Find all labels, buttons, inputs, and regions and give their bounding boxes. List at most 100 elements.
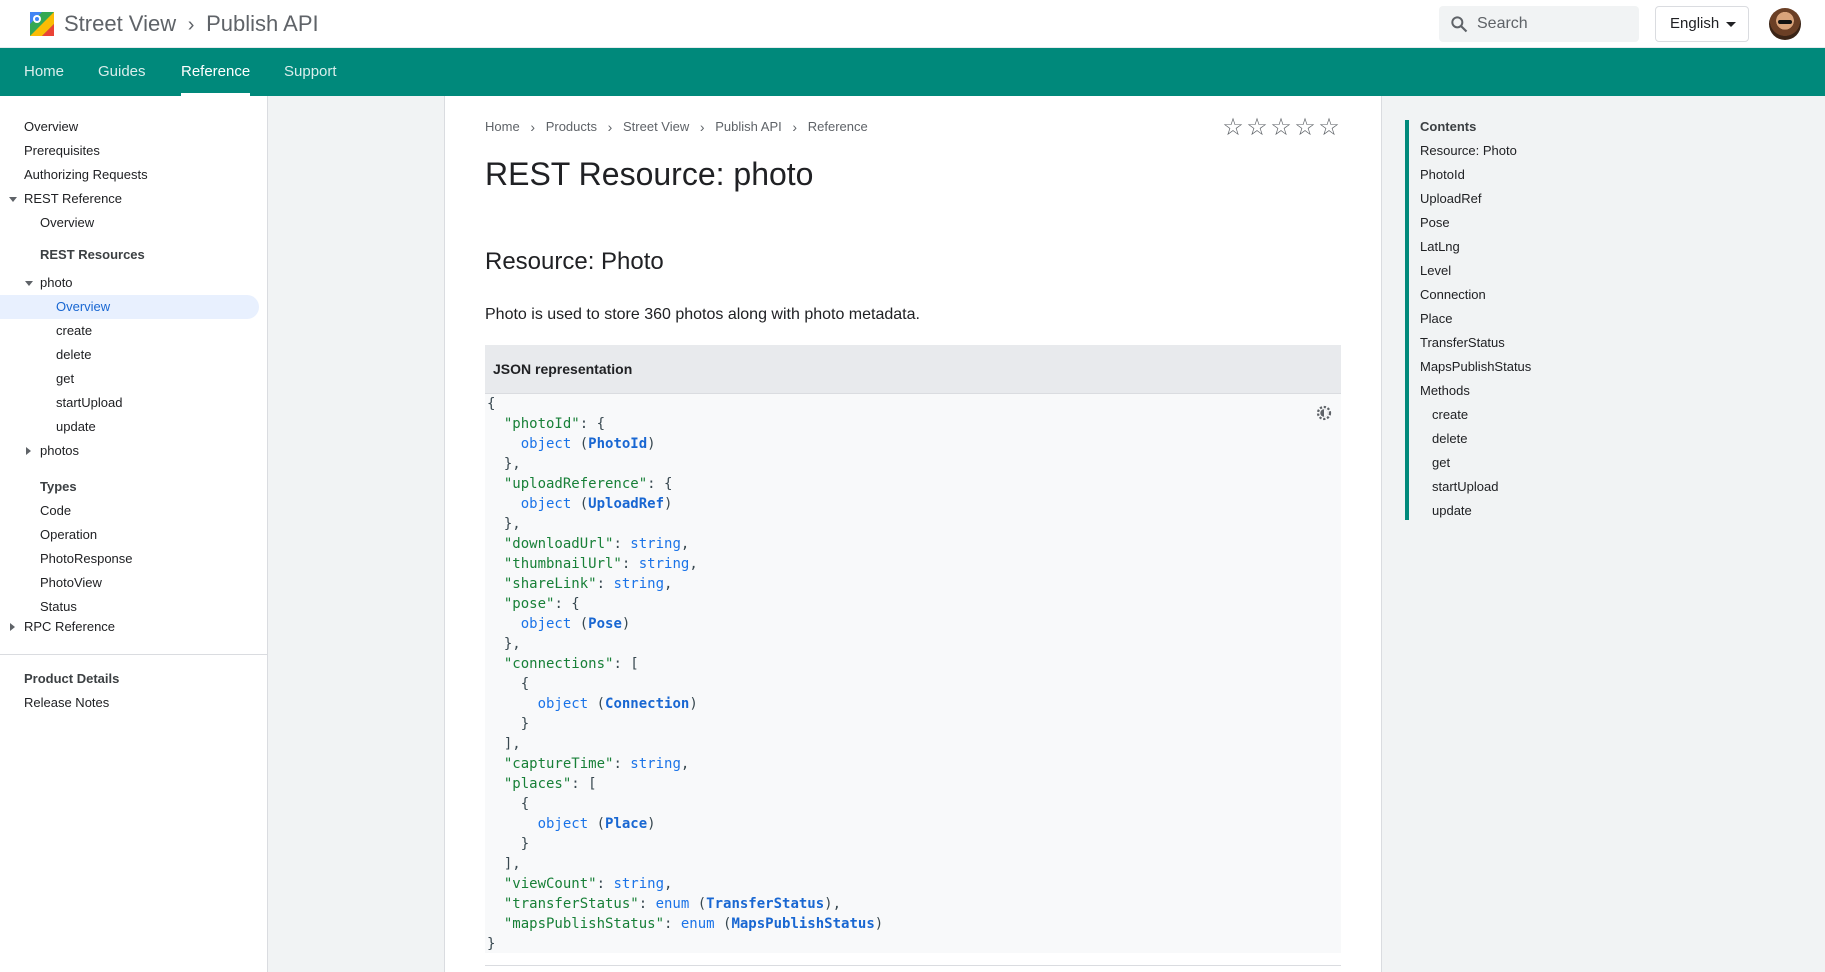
link-connection[interactable]: Connection (605, 696, 689, 712)
code-line: { (487, 676, 530, 692)
breadcrumb-street-view[interactable]: Street View (623, 119, 689, 134)
code-line: "downloadUrl": string, (503, 536, 690, 552)
sidebar-item-release-notes[interactable]: Release Notes (24, 691, 109, 715)
toc-item-connection[interactable]: Connection (1420, 283, 1486, 307)
tab-reference[interactable]: Reference (181, 48, 251, 96)
link-place[interactable]: Place (605, 816, 647, 832)
star-outline-icon[interactable]: ☆ (1221, 116, 1245, 140)
triangle-right-icon[interactable] (26, 447, 31, 455)
code-line: object (PhotoId) (520, 436, 656, 452)
code-line: } (487, 836, 530, 852)
sidebar-item-get[interactable]: get (56, 367, 74, 391)
toc-item-transferstatus[interactable]: TransferStatus (1420, 331, 1505, 355)
breadcrumb: Home › Products › Street View › Publish API › Re… (485, 118, 868, 138)
star-outline-icon[interactable]: ☆ (1293, 116, 1317, 140)
maps-logo-icon[interactable] (28, 10, 56, 38)
sidebar-item-delete[interactable]: delete (56, 343, 91, 367)
tab-support[interactable]: Support (284, 48, 337, 96)
product-name-link[interactable]: Street View (64, 11, 176, 36)
toc-item-delete[interactable]: delete (1432, 427, 1467, 451)
sidebar-item-photos[interactable]: photos (40, 439, 79, 463)
toc-item-resource-photo[interactable]: Resource: Photo (1420, 139, 1517, 163)
language-select[interactable]: English (1655, 6, 1749, 42)
search-icon[interactable] (1449, 14, 1469, 34)
top-header: Street View › Publish API English (0, 0, 1825, 48)
code-line: object (UploadRef) (520, 496, 673, 512)
code-line: "uploadReference": { (503, 476, 673, 492)
breadcrumb-products[interactable]: Products (546, 119, 597, 134)
code-line: object (Connection) (537, 696, 698, 712)
sidebar-item-code[interactable]: Code (40, 499, 71, 523)
toc-item-level[interactable]: Level (1420, 259, 1451, 283)
sidebar-item-photo[interactable]: photo (40, 271, 73, 295)
toc-item-latlng[interactable]: LatLng (1420, 235, 1460, 259)
triangle-down-icon[interactable] (9, 197, 17, 202)
breadcrumb-publish-api[interactable]: Publish API (715, 119, 782, 134)
code-line: "captureTime": string, (503, 756, 690, 772)
sidebar-item-startupload[interactable]: startUpload (56, 391, 122, 415)
primary-nav: Home Guides Reference Support (0, 48, 1825, 96)
code-line: "shareLink": string, (503, 576, 673, 592)
tab-guides[interactable]: Guides (98, 48, 146, 96)
toc-item-methods[interactable]: Methods (1420, 379, 1470, 403)
link-pose[interactable]: Pose (588, 616, 622, 632)
toc-item-mapspublishstatus[interactable]: MapsPublishStatus (1420, 355, 1531, 379)
link-uploadref[interactable]: UploadRef (588, 496, 664, 512)
sidebar-item-photoview[interactable]: PhotoView (40, 571, 102, 595)
toc-item-pose[interactable]: Pose (1420, 211, 1450, 235)
code-line: }, (487, 636, 521, 652)
toc-item-place[interactable]: Place (1420, 307, 1453, 331)
code-line: "viewCount": string, (503, 876, 673, 892)
toc-item-update[interactable]: update (1432, 499, 1472, 523)
sidebar-heading-rest-resources: REST Resources (40, 247, 145, 262)
code-line: "connections": [ (503, 656, 639, 672)
caret-down-icon (1726, 22, 1736, 27)
toc-item-startupload[interactable]: startUpload (1432, 475, 1498, 499)
code-line: "mapsPublishStatus": enum (MapsPublishSt… (503, 916, 884, 932)
sidebar-divider (0, 654, 268, 655)
json-representation: JSON representation { "photoId": { objec… (485, 345, 1341, 972)
theme-toggle-icon[interactable] (1315, 404, 1333, 422)
link-transferstatus[interactable]: TransferStatus (706, 896, 824, 912)
toc-item-uploadref[interactable]: UploadRef (1420, 187, 1481, 211)
sidebar-item-authorizing-requests[interactable]: Authorizing Requests (24, 163, 148, 187)
sidebar-item-rpc-reference[interactable]: RPC Reference (24, 615, 115, 639)
code-line: "transferStatus": enum (TransferStatus), (503, 896, 842, 912)
sidebar-item-operation[interactable]: Operation (40, 523, 97, 547)
sidebar-item-prerequisites[interactable]: Prerequisites (24, 139, 100, 163)
table-of-contents: Contents Resource: Photo PhotoId UploadR… (1382, 96, 1825, 972)
sidebar-item-photo-overview[interactable]: Overview (0, 295, 259, 319)
toc-item-get[interactable]: get (1432, 451, 1450, 475)
sidebar-item-photoresponse[interactable]: PhotoResponse (40, 547, 133, 571)
search-box[interactable] (1439, 6, 1639, 42)
code-line: "pose": { (503, 596, 580, 612)
sidebar-item-rest-reference[interactable]: REST Reference (24, 187, 122, 211)
section-title: Resource: Photo (485, 248, 664, 275)
triangle-right-icon[interactable] (10, 623, 15, 631)
star-outline-icon[interactable]: ☆ (1245, 116, 1269, 140)
code-line: "places": [ (503, 776, 597, 792)
code-line: object (Pose) (520, 616, 631, 632)
sidebar-heading-types: Types (40, 479, 77, 494)
star-outline-icon[interactable]: ☆ (1317, 116, 1341, 140)
avatar[interactable] (1769, 8, 1801, 40)
toc-item-create[interactable]: create (1432, 403, 1468, 427)
toc-item-photoid[interactable]: PhotoId (1420, 163, 1465, 187)
star-outline-icon[interactable]: ☆ (1269, 116, 1293, 140)
tab-home[interactable]: Home (24, 48, 64, 96)
code-line: } (487, 716, 530, 732)
triangle-down-icon[interactable] (25, 281, 33, 286)
sidebar-item-create[interactable]: create (56, 319, 92, 343)
toc-indicator (1405, 120, 1409, 520)
breadcrumb-home[interactable]: Home (485, 119, 520, 134)
search-input[interactable] (1477, 6, 1632, 42)
sidebar-item-rest-overview[interactable]: Overview (40, 211, 94, 235)
breadcrumb-reference[interactable]: Reference (808, 119, 868, 134)
api-name-link[interactable]: Publish API (206, 11, 319, 36)
link-photoid[interactable]: PhotoId (588, 436, 647, 452)
sidebar-item-update[interactable]: update (56, 415, 96, 439)
sidebar-item-overview[interactable]: Overview (24, 115, 78, 139)
link-mapspublishstatus[interactable]: MapsPublishStatus (731, 916, 874, 932)
chevron-right-icon: › (607, 118, 613, 135)
site-title: Street View › Publish API (64, 10, 319, 38)
